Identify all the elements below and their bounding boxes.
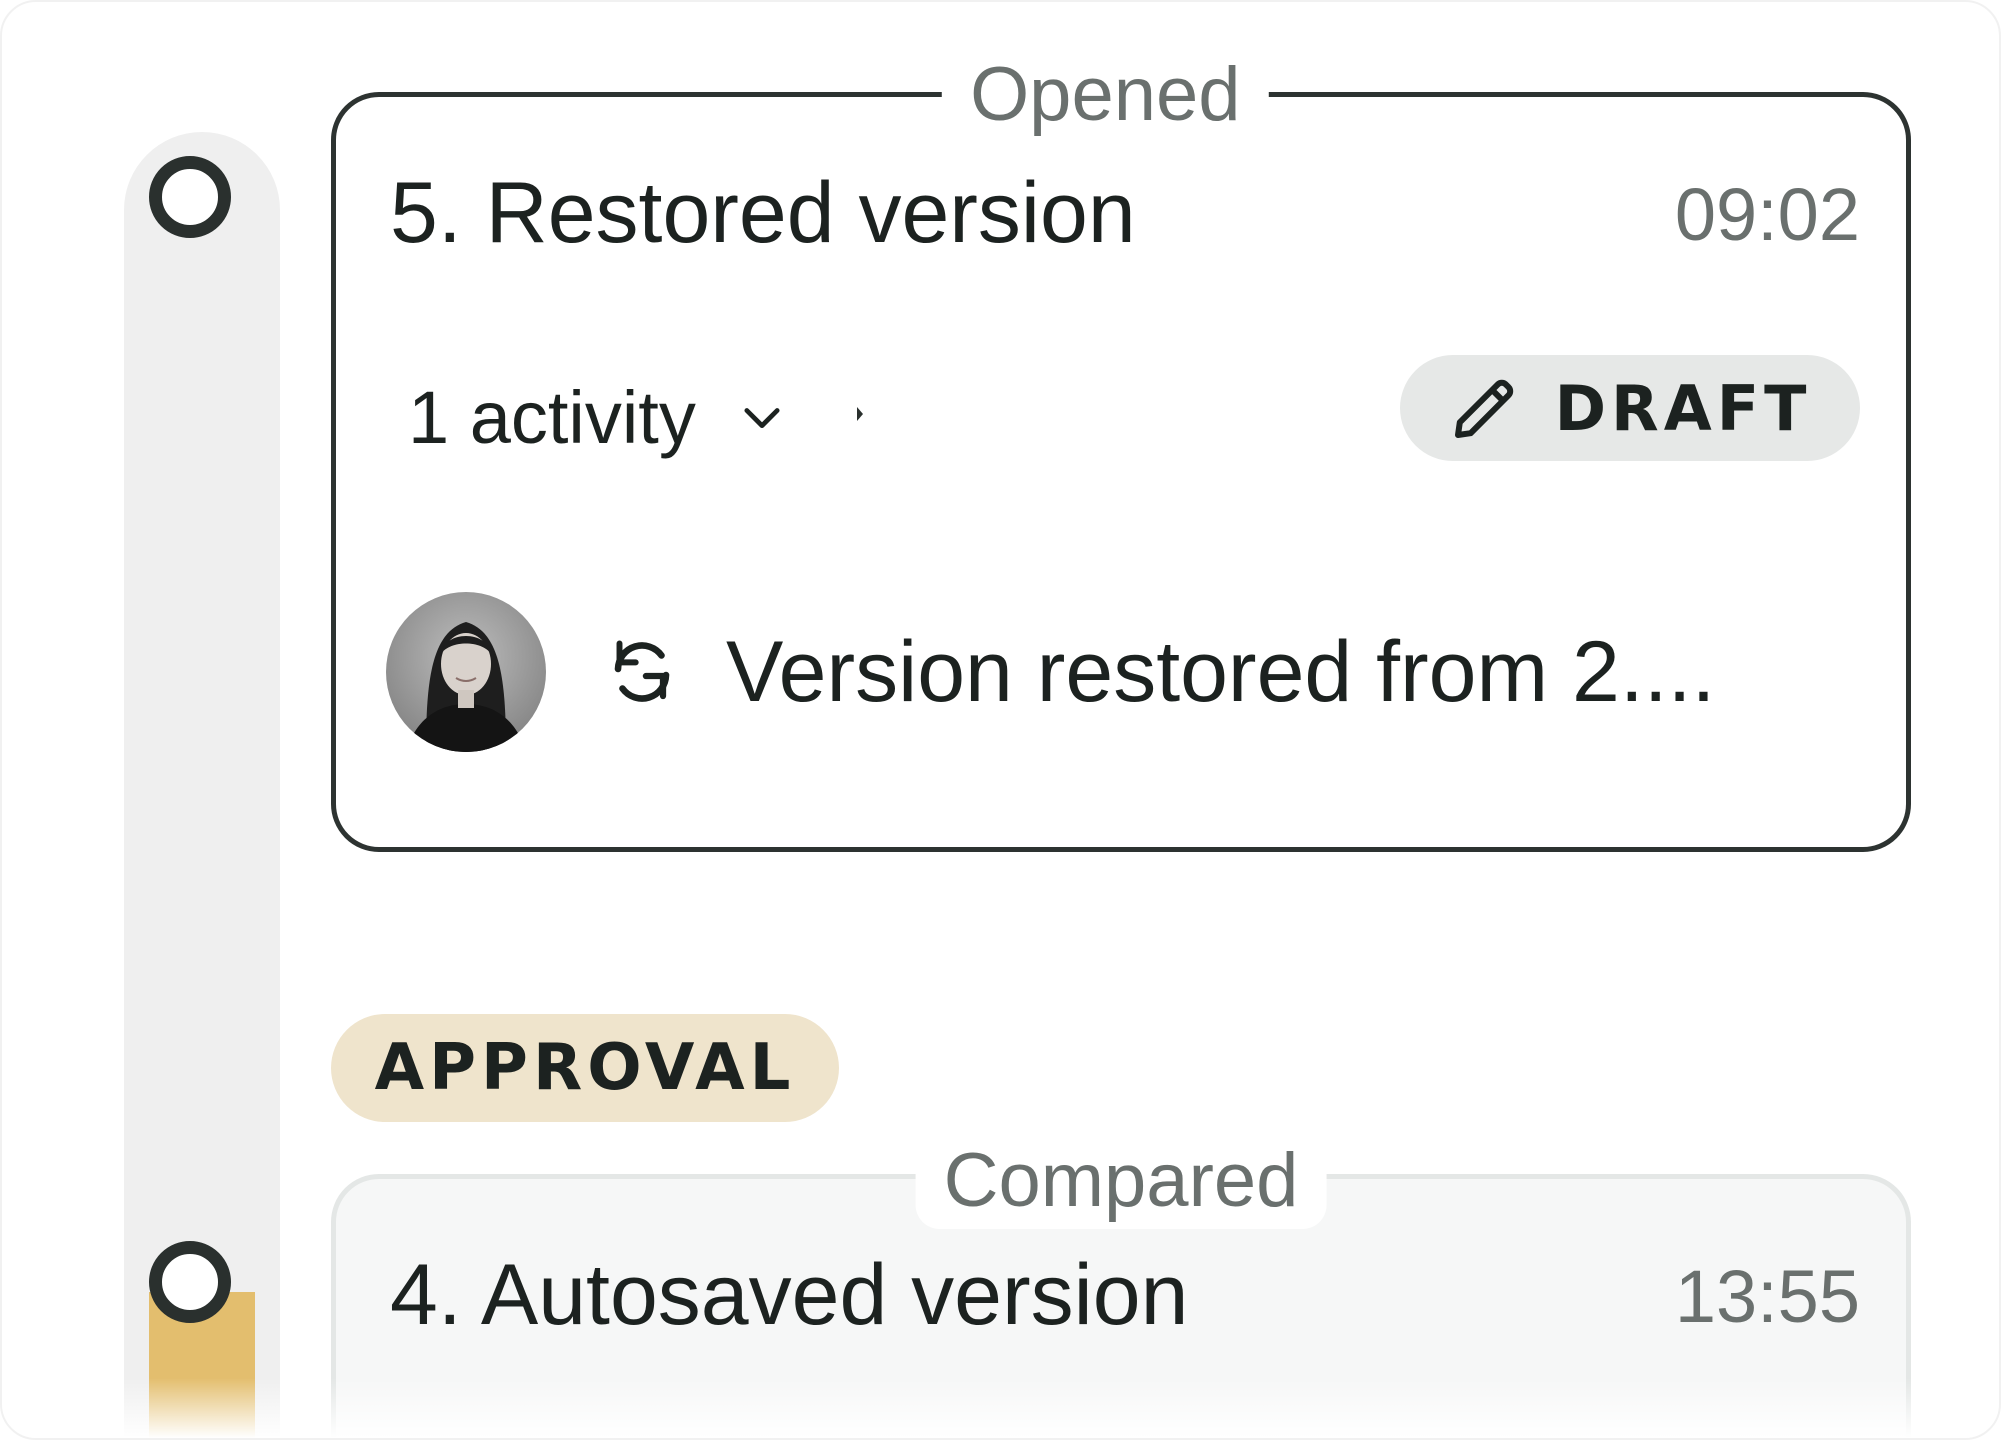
avatar <box>386 592 546 752</box>
activity-toggle[interactable]: 1 activity <box>408 367 788 467</box>
timeline-node-version-4[interactable] <box>149 1241 231 1323</box>
version-title: 5. Restored version <box>390 165 1136 261</box>
version-title: 4. Autosaved version <box>390 1247 1189 1343</box>
cursor-mark <box>857 407 863 421</box>
version-state-label: Opened <box>942 47 1269 143</box>
activity-entry[interactable]: Version restored from 2.... <box>386 592 1715 752</box>
bottom-fade <box>2 1378 1999 1438</box>
status-badge-label: DRAFT <box>1554 371 1812 445</box>
pencil-icon <box>1454 379 1513 438</box>
version-time: 09:02 <box>1674 173 1860 256</box>
activity-count-label: 1 activity <box>408 375 696 459</box>
status-badge-draft: DRAFT <box>1400 355 1860 461</box>
version-history-panel: Opened 5. Restored version 09:02 1 activ… <box>0 0 2001 1440</box>
version-card-5[interactable]: Opened 5. Restored version 09:02 1 activ… <box>331 47 1911 852</box>
chevron-down-icon <box>744 408 780 429</box>
version-state-label: Compared <box>915 1133 1327 1229</box>
activity-entry-text: Version restored from 2.... <box>726 623 1716 720</box>
restore-icon <box>614 640 670 702</box>
approval-section-badge: APPROVAL <box>331 1014 839 1122</box>
version-time: 13:55 <box>1674 1255 1860 1338</box>
timeline-node-version-5[interactable] <box>149 156 231 238</box>
